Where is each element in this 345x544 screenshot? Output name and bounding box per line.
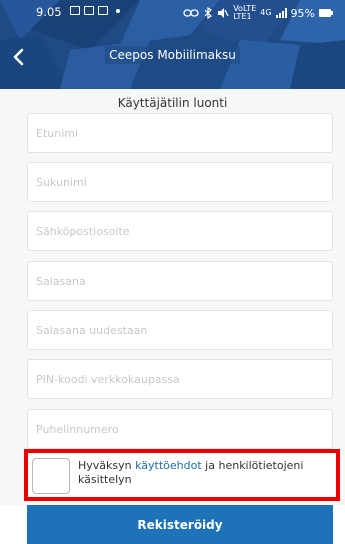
status-time: 9.05 bbox=[36, 5, 62, 19]
page-title: Ceepos Mobiilimaksu bbox=[0, 46, 345, 64]
form-heading: Käyttäjätilin luonti bbox=[117, 96, 228, 110]
password-repeat-field[interactable] bbox=[27, 310, 333, 350]
message-icon bbox=[70, 6, 80, 15]
link-icon bbox=[183, 9, 199, 17]
first-name-field[interactable] bbox=[27, 113, 333, 153]
lte-label: LTE1 bbox=[233, 12, 252, 21]
password-field[interactable] bbox=[27, 261, 333, 301]
terms-link[interactable]: käyttöehdot bbox=[135, 459, 202, 472]
registration-form: Käyttäjätilin luonti Hyväksyn käyttöehdo… bbox=[0, 89, 345, 505]
consent-row: Hyväksyn käyttöehdot ja henkilötietojeni… bbox=[24, 449, 340, 501]
consent-prefix: Hyväksyn bbox=[78, 459, 136, 472]
more-dot-icon bbox=[116, 8, 120, 13]
gallery-icon bbox=[84, 6, 94, 15]
bluetooth-icon bbox=[204, 7, 213, 19]
phone-field[interactable] bbox=[27, 409, 333, 449]
email-field[interactable] bbox=[27, 211, 333, 251]
status-bar: 9.05 VoLTE LTE1 4G 95% bbox=[0, 0, 345, 24]
pin-field[interactable] bbox=[27, 359, 333, 399]
volte-indicator: VoLTE LTE1 bbox=[233, 5, 256, 21]
notification-icon bbox=[98, 6, 108, 15]
network-type-label: 4G bbox=[260, 8, 272, 17]
signal-icon bbox=[275, 8, 287, 18]
battery-percentage: 95% bbox=[290, 6, 315, 20]
status-notification-icons bbox=[70, 6, 120, 15]
page-title-label: Ceepos Mobiilimaksu bbox=[105, 46, 240, 64]
register-button[interactable]: Rekisteröidy bbox=[27, 505, 333, 544]
consent-checkbox[interactable] bbox=[32, 458, 70, 494]
status-system-icons: VoLTE LTE1 4G 95% bbox=[183, 5, 333, 21]
app-header: 9.05 VoLTE LTE1 4G 95% Ceepos Mobiilimak… bbox=[0, 0, 345, 89]
title-bar: Ceepos Mobiilimaksu bbox=[0, 35, 345, 79]
mute-icon bbox=[218, 8, 229, 18]
consent-text: Hyväksyn käyttöehdot ja henkilötietojeni… bbox=[78, 459, 328, 487]
last-name-field[interactable] bbox=[27, 162, 333, 202]
battery-icon bbox=[319, 9, 333, 17]
